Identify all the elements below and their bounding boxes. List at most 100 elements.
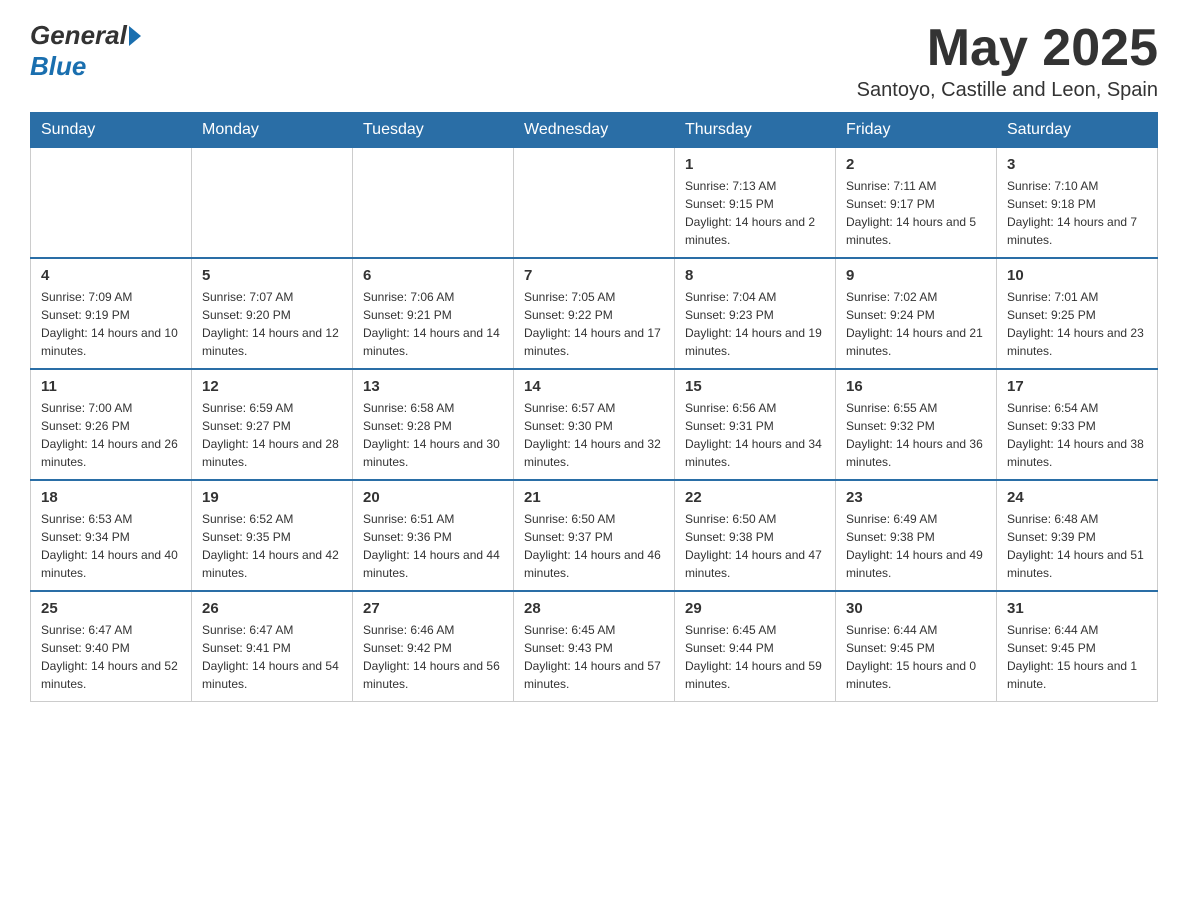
- calendar-cell: 4 Sunrise: 7:09 AMSunset: 9:19 PMDaylight…: [31, 258, 192, 369]
- calendar-cell: 16 Sunrise: 6:55 AMSunset: 9:32 PMDayligh…: [836, 369, 997, 480]
- column-header-saturday: Saturday: [997, 113, 1158, 148]
- calendar-cell: 10 Sunrise: 7:01 AMSunset: 9:25 PMDayligh…: [997, 258, 1158, 369]
- day-info: Sunrise: 7:09 AMSunset: 9:19 PMDaylight:…: [41, 288, 181, 360]
- column-header-monday: Monday: [192, 113, 353, 148]
- calendar-cell: 11Sunrise: 7:00 AMSunset: 9:26 PMDayligh…: [31, 369, 192, 480]
- day-number: 9: [846, 267, 986, 284]
- calendar-cell: 1Sunrise: 7:13 AMSunset: 9:15 PMDaylight…: [675, 148, 836, 259]
- calendar-cell: 2Sunrise: 7:11 AMSunset: 9:17 PMDaylight…: [836, 148, 997, 259]
- logo-blue-text: Blue: [30, 51, 86, 82]
- day-number: 26: [202, 600, 342, 617]
- day-number: 23: [846, 489, 986, 506]
- day-number: 29: [685, 600, 825, 617]
- month-year-title: May 2025: [857, 20, 1158, 77]
- day-info: Sunrise: 7:01 AMSunset: 9:25 PMDaylight:…: [1007, 288, 1147, 360]
- day-number: 18: [41, 489, 181, 506]
- day-number: 13: [363, 378, 503, 395]
- day-info: Sunrise: 6:56 AMSunset: 9:31 PMDaylight:…: [685, 399, 825, 471]
- location-subtitle: Santoyo, Castille and Leon, Spain: [857, 79, 1158, 102]
- column-header-thursday: Thursday: [675, 113, 836, 148]
- day-number: 30: [846, 600, 986, 617]
- day-info: Sunrise: 6:58 AMSunset: 9:28 PMDaylight:…: [363, 399, 503, 471]
- calendar-cell: 5 Sunrise: 7:07 AMSunset: 9:20 PMDaylight…: [192, 258, 353, 369]
- calendar-cell: 20 Sunrise: 6:51 AMSunset: 9:36 PMDayligh…: [353, 480, 514, 591]
- day-info: Sunrise: 6:44 AMSunset: 9:45 PMDaylight:…: [846, 621, 986, 693]
- calendar-cell: 23 Sunrise: 6:49 AMSunset: 9:38 PMDayligh…: [836, 480, 997, 591]
- calendar-cell: 14 Sunrise: 6:57 AMSunset: 9:30 PMDayligh…: [514, 369, 675, 480]
- calendar-cell: 24Sunrise: 6:48 AMSunset: 9:39 PMDayligh…: [997, 480, 1158, 591]
- column-header-sunday: Sunday: [31, 113, 192, 148]
- week-row-1: 1Sunrise: 7:13 AMSunset: 9:15 PMDaylight…: [31, 148, 1158, 259]
- logo-general-text: General: [30, 20, 127, 51]
- day-info: Sunrise: 6:49 AMSunset: 9:38 PMDaylight:…: [846, 510, 986, 582]
- calendar-cell: 8 Sunrise: 7:04 AMSunset: 9:23 PMDaylight…: [675, 258, 836, 369]
- column-header-tuesday: Tuesday: [353, 113, 514, 148]
- day-info: Sunrise: 6:50 AMSunset: 9:38 PMDaylight:…: [685, 510, 825, 582]
- column-header-wednesday: Wednesday: [514, 113, 675, 148]
- calendar-cell: 18Sunrise: 6:53 AMSunset: 9:34 PMDayligh…: [31, 480, 192, 591]
- calendar-cell: [353, 148, 514, 259]
- calendar-cell: 26 Sunrise: 6:47 AMSunset: 9:41 PMDayligh…: [192, 591, 353, 702]
- day-number: 1: [685, 156, 825, 173]
- calendar-cell: 28 Sunrise: 6:45 AMSunset: 9:43 PMDayligh…: [514, 591, 675, 702]
- day-info: Sunrise: 6:47 AMSunset: 9:40 PMDaylight:…: [41, 621, 181, 693]
- day-info: Sunrise: 6:45 AMSunset: 9:43 PMDaylight:…: [524, 621, 664, 693]
- logo-triangle-icon: [129, 26, 141, 46]
- day-number: 15: [685, 378, 825, 395]
- week-row-5: 25Sunrise: 6:47 AMSunset: 9:40 PMDayligh…: [31, 591, 1158, 702]
- day-number: 31: [1007, 600, 1147, 617]
- day-number: 14: [524, 378, 664, 395]
- day-info: Sunrise: 7:06 AMSunset: 9:21 PMDaylight:…: [363, 288, 503, 360]
- calendar-cell: 30 Sunrise: 6:44 AMSunset: 9:45 PMDayligh…: [836, 591, 997, 702]
- column-header-friday: Friday: [836, 113, 997, 148]
- calendar-cell: 31 Sunrise: 6:44 AMSunset: 9:45 PMDayligh…: [997, 591, 1158, 702]
- calendar-cell: 3 Sunrise: 7:10 AMSunset: 9:18 PMDaylight…: [997, 148, 1158, 259]
- day-info: Sunrise: 6:54 AMSunset: 9:33 PMDaylight:…: [1007, 399, 1147, 471]
- calendar-cell: 7 Sunrise: 7:05 AMSunset: 9:22 PMDaylight…: [514, 258, 675, 369]
- day-info: Sunrise: 6:50 AMSunset: 9:37 PMDaylight:…: [524, 510, 664, 582]
- day-number: 20: [363, 489, 503, 506]
- day-info: Sunrise: 7:05 AMSunset: 9:22 PMDaylight:…: [524, 288, 664, 360]
- day-info: Sunrise: 7:02 AMSunset: 9:24 PMDaylight:…: [846, 288, 986, 360]
- day-number: 3: [1007, 156, 1147, 173]
- title-section: May 2025 Santoyo, Castille and Leon, Spa…: [857, 20, 1158, 102]
- calendar-cell: 9 Sunrise: 7:02 AMSunset: 9:24 PMDaylight…: [836, 258, 997, 369]
- calendar-cell: 13 Sunrise: 6:58 AMSunset: 9:28 PMDayligh…: [353, 369, 514, 480]
- calendar-cell: 25Sunrise: 6:47 AMSunset: 9:40 PMDayligh…: [31, 591, 192, 702]
- day-number: 7: [524, 267, 664, 284]
- day-number: 16: [846, 378, 986, 395]
- day-info: Sunrise: 6:44 AMSunset: 9:45 PMDaylight:…: [1007, 621, 1147, 693]
- day-info: Sunrise: 7:07 AMSunset: 9:20 PMDaylight:…: [202, 288, 342, 360]
- week-row-4: 18Sunrise: 6:53 AMSunset: 9:34 PMDayligh…: [31, 480, 1158, 591]
- logo: General Blue: [30, 20, 141, 82]
- calendar-cell: 6Sunrise: 7:06 AMSunset: 9:21 PMDaylight…: [353, 258, 514, 369]
- day-info: Sunrise: 6:57 AMSunset: 9:30 PMDaylight:…: [524, 399, 664, 471]
- calendar-header-row: SundayMondayTuesdayWednesdayThursdayFrid…: [31, 113, 1158, 148]
- day-number: 4: [41, 267, 181, 284]
- calendar-cell: [514, 148, 675, 259]
- day-info: Sunrise: 7:11 AMSunset: 9:17 PMDaylight:…: [846, 177, 986, 249]
- day-info: Sunrise: 6:55 AMSunset: 9:32 PMDaylight:…: [846, 399, 986, 471]
- day-number: 12: [202, 378, 342, 395]
- day-info: Sunrise: 7:04 AMSunset: 9:23 PMDaylight:…: [685, 288, 825, 360]
- day-info: Sunrise: 6:46 AMSunset: 9:42 PMDaylight:…: [363, 621, 503, 693]
- day-info: Sunrise: 6:59 AMSunset: 9:27 PMDaylight:…: [202, 399, 342, 471]
- day-number: 10: [1007, 267, 1147, 284]
- day-number: 28: [524, 600, 664, 617]
- calendar-cell: 22Sunrise: 6:50 AMSunset: 9:38 PMDayligh…: [675, 480, 836, 591]
- day-info: Sunrise: 6:52 AMSunset: 9:35 PMDaylight:…: [202, 510, 342, 582]
- day-number: 5: [202, 267, 342, 284]
- calendar-cell: 15 Sunrise: 6:56 AMSunset: 9:31 PMDayligh…: [675, 369, 836, 480]
- week-row-2: 4 Sunrise: 7:09 AMSunset: 9:19 PMDaylight…: [31, 258, 1158, 369]
- day-number: 19: [202, 489, 342, 506]
- day-number: 8: [685, 267, 825, 284]
- day-info: Sunrise: 7:10 AMSunset: 9:18 PMDaylight:…: [1007, 177, 1147, 249]
- page-header: General Blue May 2025 Santoyo, Castille …: [30, 20, 1158, 102]
- day-info: Sunrise: 6:47 AMSunset: 9:41 PMDaylight:…: [202, 621, 342, 693]
- day-info: Sunrise: 6:51 AMSunset: 9:36 PMDaylight:…: [363, 510, 503, 582]
- day-number: 17: [1007, 378, 1147, 395]
- day-info: Sunrise: 7:00 AMSunset: 9:26 PMDaylight:…: [41, 399, 181, 471]
- day-info: Sunrise: 6:45 AMSunset: 9:44 PMDaylight:…: [685, 621, 825, 693]
- calendar-cell: 21Sunrise: 6:50 AMSunset: 9:37 PMDayligh…: [514, 480, 675, 591]
- day-number: 24: [1007, 489, 1147, 506]
